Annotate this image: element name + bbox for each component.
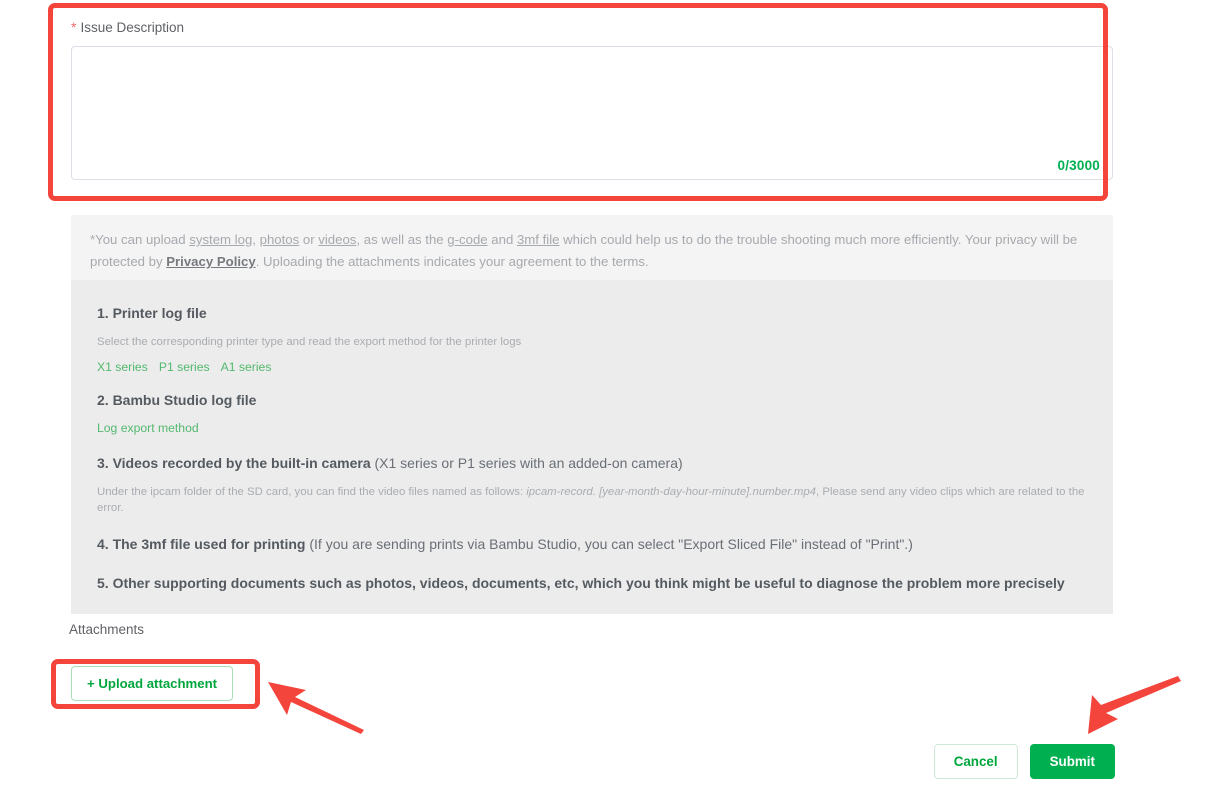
instruction-3-title-bold: 3. Videos recorded by the built-in camer… [97,455,371,471]
instruction-item-2: 2. Bambu Studio log file Log export meth… [97,389,1087,436]
instructions-panel: 1. Printer log file Select the correspon… [71,280,1113,614]
issue-description-input[interactable] [72,47,1112,179]
link-a1-series[interactable]: A1 series [221,360,272,374]
instruction-item-3: 3. Videos recorded by the built-in camer… [97,452,1087,516]
link-privacy-policy[interactable]: Privacy Policy [166,254,255,269]
instruction-1-description: Select the corresponding printer type an… [97,336,522,348]
annotation-arrow-to-submit [1088,676,1181,734]
instruction-item-5: 5. Other supporting documents such as ph… [97,572,1087,594]
instruction-1-title: 1. Printer log file [97,305,207,321]
instruction-3-description: Under the ipcam folder of the SD card, y… [97,484,1087,516]
upload-attachment-button[interactable]: + Upload attachment [71,666,234,701]
link-p1-series[interactable]: P1 series [159,360,210,374]
required-asterisk: * [71,19,77,35]
link-gcode[interactable]: g-code [447,232,487,247]
upload-hint-text: *You can upload system log, photos or vi… [90,229,1094,273]
footer-button-group: Cancel Submit [933,744,1115,779]
link-videos[interactable]: videos [318,232,356,247]
attachments-label: Attachments [69,622,145,637]
issue-description-label-text: Issue Description [80,20,184,35]
instruction-3-title: 3. Videos recorded by the built-in camer… [97,452,1087,474]
annotation-arrow-to-upload-attachment [268,682,364,734]
submit-button[interactable]: Submit [1029,744,1115,779]
instruction-3-desc-part1: Under the ipcam folder of the SD card, y… [97,486,527,498]
instruction-4-title: 4. The 3mf file used for printing (If yo… [97,533,1087,555]
instruction-3-desc-filename: ipcam-record. [year-month-day-hour-minut… [526,486,817,498]
hint-sep-4: and [487,232,517,247]
instruction-5-title: 5. Other supporting documents such as ph… [97,575,1065,591]
instruction-4-title-bold: 4. The 3mf file used for printing [97,536,306,552]
link-3mf-file[interactable]: 3mf file [517,232,560,247]
upload-hint-panel: *You can upload system log, photos or vi… [71,215,1113,287]
hint-sep-1: , [252,232,260,247]
instruction-4-title-note: (If you are sending prints via Bambu Stu… [305,536,913,552]
hint-suffix-2: . Uploading the attachments indicates yo… [255,254,649,269]
hint-sep-3: , as well as the [356,232,448,247]
link-system-log[interactable]: system log [189,232,252,247]
instruction-3-title-note: (X1 series or P1 series with an added-on… [370,455,683,471]
hint-sep-2: or [299,232,319,247]
issue-description-section: * Issue Description 0/3000 [71,18,1113,180]
link-photos[interactable]: photos [260,232,300,247]
character-counter: 0/3000 [1057,158,1100,173]
hint-prefix: *You can upload [90,232,190,247]
issue-description-label: * Issue Description [71,18,1113,37]
issue-description-textarea-wrapper[interactable]: 0/3000 [71,46,1113,180]
link-log-export-method[interactable]: Log export method [97,421,199,435]
printer-series-links: X1 series P1 series A1 series [97,359,1087,375]
instruction-2-title: 2. Bambu Studio log file [97,392,257,408]
cancel-button[interactable]: Cancel [933,744,1018,779]
studio-log-links: Log export method [97,420,1087,436]
instruction-item-4: 4. The 3mf file used for printing (If yo… [97,533,1087,555]
instruction-item-1: 1. Printer log file Select the correspon… [97,302,1087,375]
link-x1-series[interactable]: X1 series [97,360,148,374]
